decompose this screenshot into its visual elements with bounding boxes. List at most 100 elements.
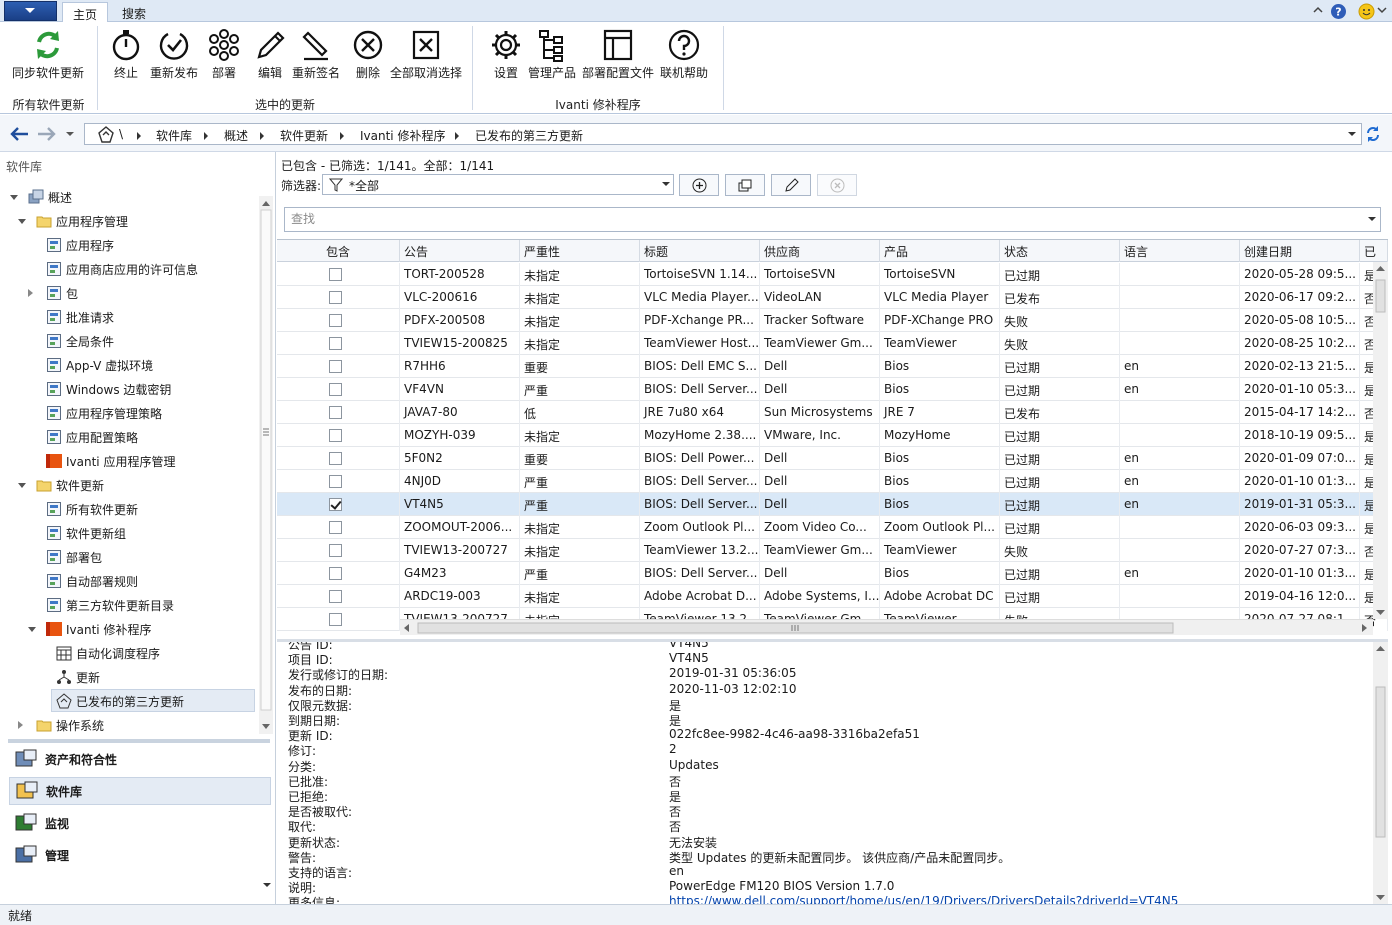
- pane-splitter[interactable]: [8, 739, 270, 743]
- tab-home[interactable]: 主页: [62, 2, 109, 23]
- table-row[interactable]: VF4VN 严重 BIOS: Dell Server... Dell Bios 已过期 en…: [277, 378, 1388, 401]
- tree-item[interactable]: App-V 虚拟环境: [46, 354, 153, 376]
- collapse-toggle-icon[interactable]: [18, 219, 26, 224]
- breadcrumb-overview[interactable]: 概述: [224, 127, 248, 144]
- include-checkbox[interactable]: [329, 498, 342, 511]
- column-header[interactable]: 公告: [400, 240, 520, 262]
- tree-item[interactable]: 全局条件: [46, 330, 114, 352]
- include-checkbox[interactable]: [329, 613, 342, 626]
- refresh-button[interactable]: [1365, 125, 1381, 143]
- tree-item[interactable]: 部署包: [46, 546, 102, 568]
- column-header[interactable]: 已: [1360, 240, 1388, 262]
- table-row[interactable]: VLC-200616 未指定 VLC Media Player... VideoLAN…: [277, 286, 1388, 309]
- expand-toggle-icon[interactable]: [28, 289, 33, 297]
- table-row[interactable]: G4M23 严重 BIOS: Dell Server... Dell Bios 已过期 en…: [277, 562, 1388, 585]
- detail-link[interactable]: https://www.dell.com/support/home/us/en/…: [669, 894, 1178, 904]
- tree-item[interactable]: 应用程序: [46, 234, 114, 256]
- table-row[interactable]: 5F0N2 重要 BIOS: Dell Power... Dell Bios 已过期 en 2…: [277, 447, 1388, 470]
- tree-item[interactable]: Ivanti 修补程序: [46, 618, 151, 640]
- tree-item[interactable]: 应用配置策略: [46, 426, 138, 448]
- tree-item[interactable]: 应用程序管理: [36, 210, 128, 232]
- include-checkbox[interactable]: [329, 429, 342, 442]
- include-checkbox[interactable]: [329, 383, 342, 396]
- tree-item[interactable]: 软件更新组: [46, 522, 126, 544]
- column-header[interactable]: 严重性: [520, 240, 640, 262]
- breadcrumb-software-library[interactable]: 软件库: [156, 127, 192, 144]
- breadcrumb-separator[interactable]: [455, 132, 459, 140]
- include-checkbox[interactable]: [329, 314, 342, 327]
- workspace-assets[interactable]: 资产和符合性: [9, 745, 271, 773]
- table-row[interactable]: PDFX-200508 未指定 PDF-Xchange PR... Tracker S…: [277, 309, 1388, 332]
- filter-select[interactable]: *全部: [322, 174, 674, 195]
- collapse-toggle-icon[interactable]: [18, 483, 26, 488]
- include-checkbox[interactable]: [329, 521, 342, 534]
- include-checkbox[interactable]: [329, 567, 342, 580]
- expand-toggle-icon[interactable]: [18, 721, 23, 729]
- column-header[interactable]: 语言: [1120, 240, 1240, 262]
- help-circle-icon[interactable]: ?: [1330, 3, 1347, 20]
- back-button[interactable]: [8, 125, 30, 143]
- manage-products-button[interactable]: 管理产品: [528, 28, 576, 81]
- table-row[interactable]: VT4N5 严重 BIOS: Dell Server... Dell Bios 已过期 en…: [277, 493, 1388, 516]
- breadcrumb-separator[interactable]: [204, 132, 208, 140]
- workspace-overflow-button[interactable]: [262, 881, 272, 889]
- table-row[interactable]: TORT-200528 未指定 TortoiseSVN 1.14... Tortois…: [277, 263, 1388, 286]
- online-help-button[interactable]: 联机帮助: [660, 28, 708, 81]
- history-dropdown[interactable]: [65, 130, 75, 138]
- tree-scrollbar[interactable]: [259, 196, 273, 734]
- search-input[interactable]: [285, 208, 1345, 230]
- tree-item[interactable]: 自动化调度程序: [56, 642, 160, 664]
- settings-button[interactable]: 设置: [490, 28, 522, 81]
- breadcrumb-separator[interactable]: [260, 132, 264, 140]
- table-row[interactable]: MOZYH-039 未指定 MozyHome 2.38.... VMware, Inc…: [277, 424, 1388, 447]
- app-menu-button[interactable]: [4, 1, 57, 21]
- table-row[interactable]: TVIEW15-200825 未指定 TeamViewer Host... TeamV…: [277, 332, 1388, 355]
- column-header[interactable]: 状态: [1000, 240, 1120, 262]
- tree-item[interactable]: 更新: [56, 666, 100, 688]
- collapse-toggle-icon[interactable]: [10, 195, 18, 200]
- details-scrollbar[interactable]: [1373, 642, 1388, 904]
- table-row[interactable]: TVIEW13-200727未指定TeamViewer 13.2....Team…: [277, 539, 1388, 562]
- deploy-button[interactable]: 部署: [208, 28, 240, 81]
- delete-button[interactable]: 删除: [352, 28, 384, 81]
- table-horizontal-scrollbar[interactable]: [400, 619, 1373, 635]
- tree-item[interactable]: 概述: [28, 186, 72, 208]
- breadcrumb-ivanti[interactable]: Ivanti 修补程序: [360, 127, 445, 144]
- dropdown-icon[interactable]: [1377, 3, 1387, 17]
- include-checkbox[interactable]: [329, 406, 342, 419]
- stop-button[interactable]: 终止: [110, 28, 142, 81]
- edit-button[interactable]: 编辑: [254, 28, 286, 81]
- table-row[interactable]: ZOOMOUT-2006... 未指定 Zoom Outlook Pl... Zoom…: [277, 516, 1388, 539]
- breadcrumb-published-third-party[interactable]: 已发布的第三方更新: [475, 127, 583, 144]
- include-checkbox[interactable]: [329, 268, 342, 281]
- deselect-all-button[interactable]: 全部取消选择: [390, 28, 462, 81]
- column-header[interactable]: 创建日期: [1240, 240, 1360, 262]
- table-row[interactable]: 4NJ0D 严重 BIOS: Dell Server... Dell Bios 已过期 en…: [277, 470, 1388, 493]
- workspace-library[interactable]: 软件库: [9, 777, 271, 805]
- include-checkbox[interactable]: [329, 337, 342, 350]
- delete-filter-button[interactable]: [817, 174, 857, 196]
- chevron-down-icon[interactable]: [1367, 216, 1377, 224]
- tree-item[interactable]: 所有软件更新: [46, 498, 138, 520]
- republish-button[interactable]: 重新发布: [150, 28, 198, 81]
- address-dropdown[interactable]: [1347, 130, 1357, 138]
- tree-item[interactable]: Windows 边载密钥: [46, 378, 171, 400]
- column-header[interactable]: 包含: [277, 240, 400, 262]
- tree-item[interactable]: 批准请求: [46, 306, 114, 328]
- include-checkbox[interactable]: [329, 360, 342, 373]
- tree-item[interactable]: 已发布的第三方更新: [56, 690, 184, 712]
- copy-filter-button[interactable]: [725, 174, 765, 196]
- edit-filter-button[interactable]: [771, 174, 811, 196]
- table-row[interactable]: JAVA7-80 低 JRE 7u80 x64 Sun Microsystems JRE…: [277, 401, 1388, 424]
- breadcrumb-separator[interactable]: [340, 132, 344, 140]
- tree-item[interactable]: 包: [46, 282, 78, 304]
- breadcrumb-software-updates[interactable]: 软件更新: [280, 127, 328, 144]
- column-header[interactable]: 标题: [640, 240, 760, 262]
- breadcrumb-separator[interactable]: [137, 132, 141, 140]
- tree-item[interactable]: 应用程序管理策略: [46, 402, 162, 424]
- resign-button[interactable]: 重新签名: [292, 28, 340, 81]
- include-checkbox[interactable]: [329, 544, 342, 557]
- workspace-admin[interactable]: 管理: [9, 841, 271, 869]
- tree-item[interactable]: 应用商店应用的许可信息: [46, 258, 198, 280]
- tab-search[interactable]: 搜索: [112, 2, 156, 23]
